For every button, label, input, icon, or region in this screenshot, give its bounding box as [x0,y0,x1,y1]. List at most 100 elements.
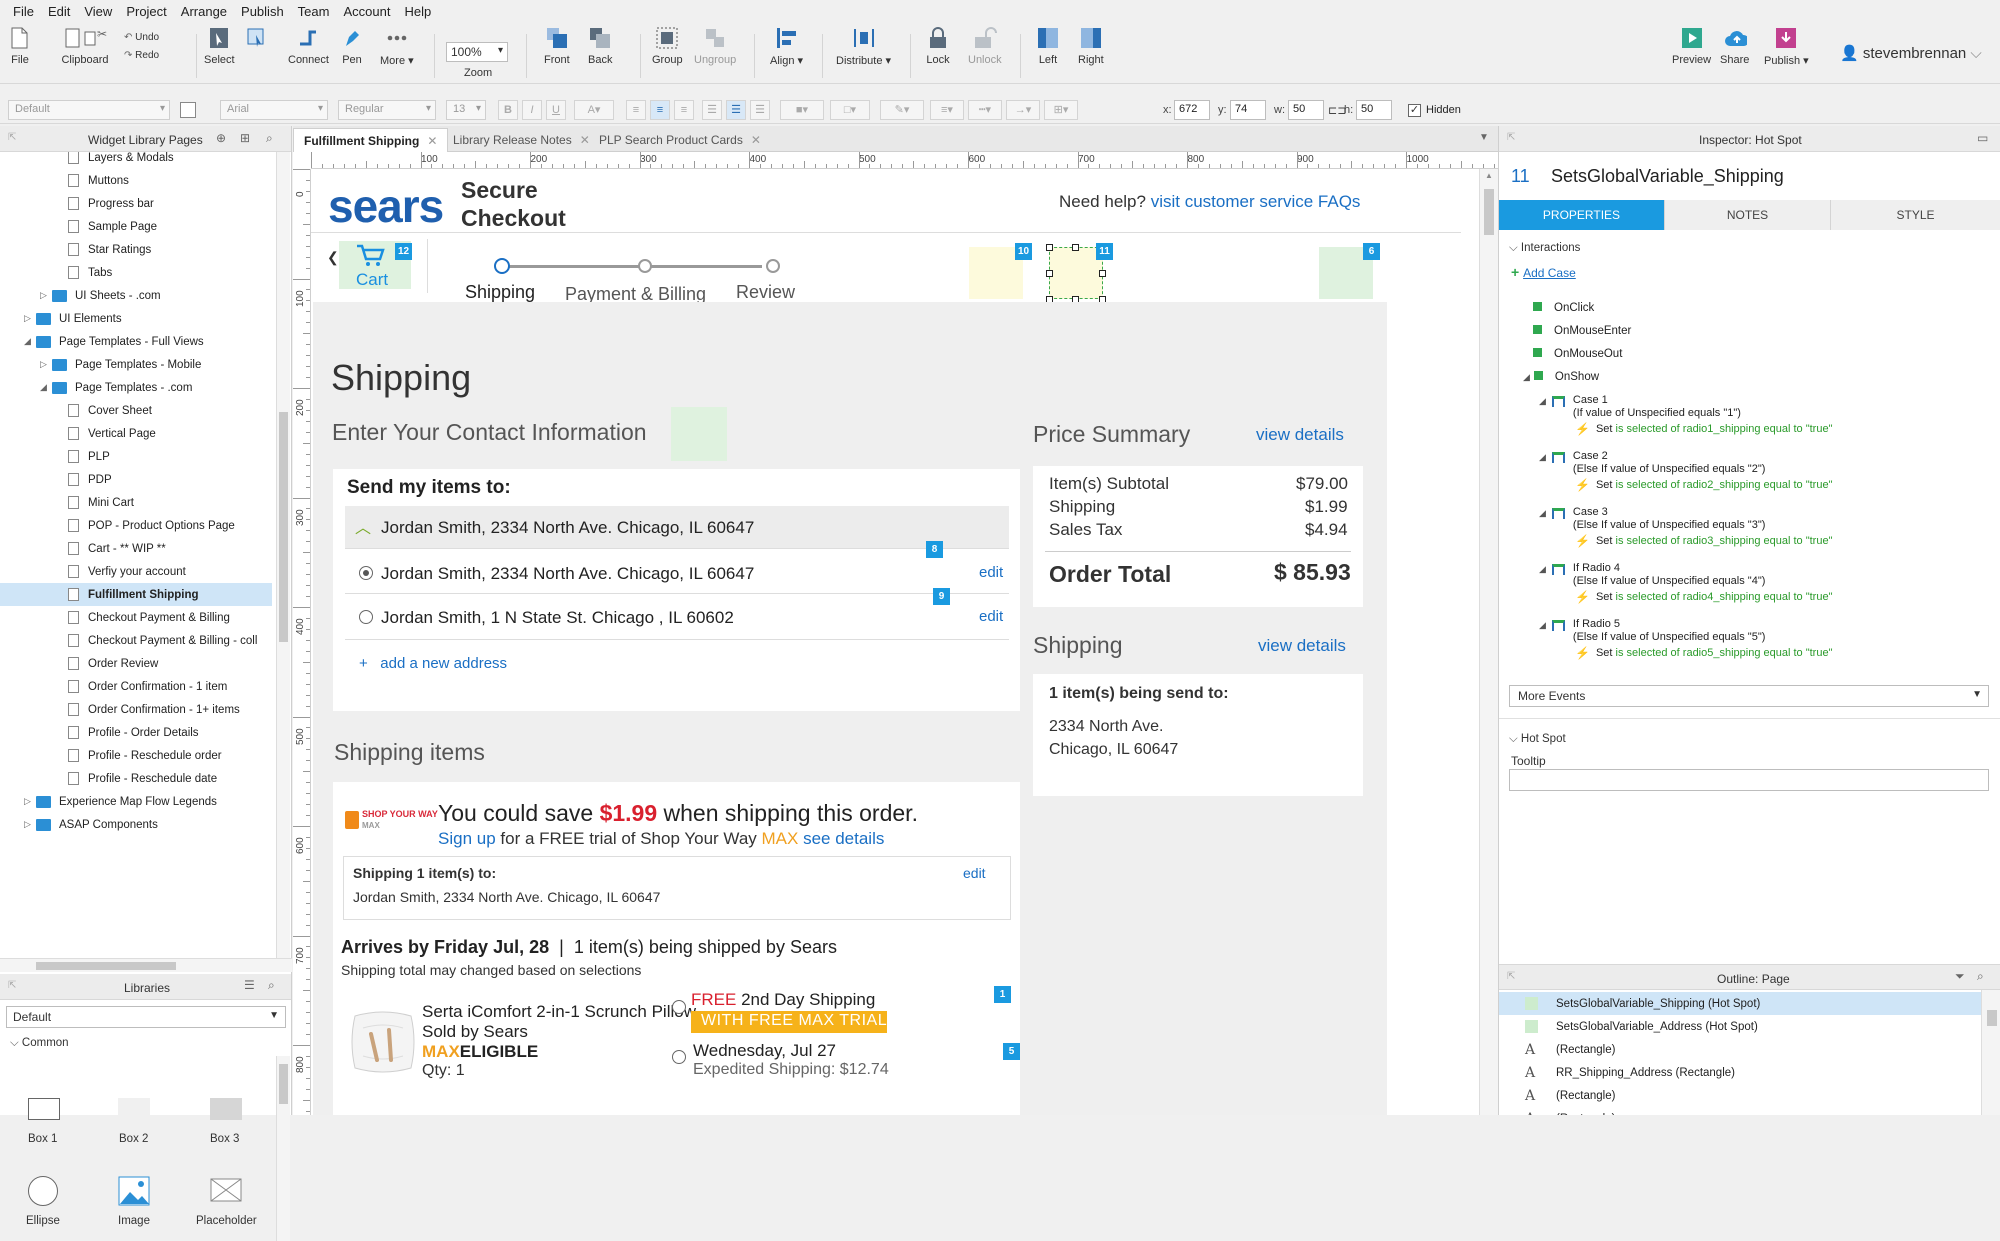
line-style-button[interactable]: ┅▾ [968,100,1002,120]
italic-button[interactable]: I [522,100,542,120]
unlock-button[interactable]: Unlock [968,26,1002,66]
menu-arrange[interactable]: Arrange [174,4,234,19]
tree-page[interactable]: POP - Product Options Page [0,514,272,537]
align-left-icon[interactable]: ≡ [626,100,646,120]
line-color-button[interactable]: ✎▾ [880,100,924,120]
menu-file[interactable]: File [6,4,41,19]
hotspot-11-selected[interactable] [1049,247,1103,299]
selection-handle[interactable] [1072,244,1079,251]
more-button[interactable]: More ▾ [380,26,414,67]
valign-top-icon[interactable]: ☰ [702,100,722,120]
outline-item[interactable]: A(Rectangle) [1499,1107,1981,1116]
ellipse-widget[interactable] [28,1176,58,1206]
front-button[interactable]: Front [544,26,570,66]
align-button[interactable]: Align ▾ [770,26,803,67]
collapse-icon[interactable]: ⇱ [1507,132,1515,143]
price-view-details[interactable]: view details [1256,425,1344,445]
expand-toggle-icon[interactable]: ◢ [1539,508,1546,519]
hidden-checkbox[interactable]: ✓ [1408,104,1421,117]
search-icon[interactable]: ⌕ [266,131,273,146]
case-item[interactable]: ◢ Case 3 (Else If value of Unspecified equ… [1539,506,1765,532]
case-item[interactable]: ◢ Case 1 (If value of Unspecified equals "… [1539,394,1741,420]
scroll-up-icon[interactable]: ▲ [1485,171,1493,180]
expand-toggle-icon[interactable]: ▷ [24,313,36,324]
tree-page[interactable]: PLP [0,445,272,468]
clipboard-button[interactable]: ✂ Clipboard [60,26,110,66]
filter-icon[interactable]: ⏷ [1955,969,1965,984]
bold-button[interactable]: B [498,100,518,120]
case-action[interactable]: ⚡ Set is selected of radio5_shipping equa… [1575,646,1832,660]
edit-shipping-to[interactable]: edit [963,865,986,881]
image-widget-icon[interactable] [118,1176,150,1206]
padding-button[interactable]: ⊞▾ [1044,100,1078,120]
search-icon[interactable]: ⌕ [268,978,275,993]
add-page-icon[interactable]: ⊕ [216,131,226,145]
outline-item[interactable]: A(Rectangle) [1499,1038,1981,1061]
back-chevron-icon[interactable]: ❮ [327,249,339,266]
valign-bottom-icon[interactable]: ☰ [750,100,770,120]
tree-page[interactable]: Progress bar [0,192,272,215]
tree-folder[interactable]: ▷ UI Elements [0,307,272,330]
tree-page[interactable]: Order Confirmation - 1 item [0,675,272,698]
y-input[interactable]: 74 [1230,100,1266,120]
expand-toggle-icon[interactable]: ▷ [24,819,36,830]
undo-button[interactable]: ↶ Undo [124,32,159,43]
more-events-select[interactable]: More Events ▼ [1509,685,1989,707]
add-address-link[interactable]: + add a new address [359,655,507,672]
case-item[interactable]: ◢ If Radio 5 (Else If value of Unspecified… [1539,618,1765,644]
share-button[interactable]: Share [1720,26,1749,66]
tree-page[interactable]: Muttons [0,169,272,192]
select-mode-button[interactable] [244,26,268,54]
tree-scrollbar[interactable] [276,152,290,958]
contact-hotspot[interactable] [671,407,727,461]
selection-handle[interactable] [1046,244,1053,251]
free-shipping-radio[interactable] [672,1000,686,1014]
expand-toggle-icon[interactable]: ◢ [40,382,52,393]
tree-folder[interactable]: ▷ UI Sheets - .com [0,284,272,307]
distribute-button[interactable]: Distribute ▾ [836,26,891,67]
case-action[interactable]: ⚡ Set is selected of radio2_shipping equa… [1575,478,1832,492]
expand-toggle-icon[interactable]: ◢ [1523,372,1530,383]
collapse-icon[interactable]: ⇱ [1507,971,1515,982]
tab-library-release-notes[interactable]: Library Release Notes ✕ [443,128,600,152]
valign-middle-icon[interactable]: ☰ [726,100,746,120]
tree-folder[interactable]: ▷ ASAP Components [0,813,272,836]
lock-button[interactable]: Lock [926,26,950,66]
outline-item[interactable]: A(Rectangle) [1499,1084,1981,1107]
collapse-icon[interactable]: ⇱ [8,132,16,143]
pen-button[interactable]: Pen [340,26,364,66]
hotspot-section[interactable]: ⌵ Hot Spot [1509,733,1566,746]
fill-color-button[interactable]: ■▾ [780,100,824,120]
tree-page[interactable]: Mini Cart [0,491,272,514]
weight-select[interactable]: Regular [338,100,436,120]
close-icon[interactable]: ✕ [427,134,437,148]
outline-scrollbar[interactable] [1981,990,2000,1115]
tab-notes[interactable]: NOTES [1665,200,1831,230]
selection-handle[interactable] [1046,270,1053,277]
right-button[interactable]: Right [1078,26,1104,66]
placeholder-widget-icon[interactable] [210,1178,242,1202]
expand-toggle-icon[interactable]: ◢ [1539,452,1546,463]
tree-page[interactable]: Order Review [0,652,272,675]
group-button[interactable]: Group [652,26,683,66]
box1-widget[interactable] [28,1098,60,1120]
selection-handle[interactable] [1099,270,1106,277]
library-select[interactable]: Default ▼ [6,1006,286,1028]
expand-toggle-icon[interactable]: ◢ [1539,620,1546,631]
menu-publish[interactable]: Publish [234,4,291,19]
case-action[interactable]: ⚡ Set is selected of radio1_shipping equa… [1575,422,1832,436]
tree-folder[interactable]: ◢ Page Templates - .com [0,376,272,399]
tree-page[interactable]: Vertical Page [0,422,272,445]
tree-page[interactable]: Cover Sheet [0,399,272,422]
step-shipping[interactable]: Shipping [465,282,535,303]
add-case-link[interactable]: + Add Case [1511,264,1576,280]
address-radio-2[interactable] [359,610,373,624]
expand-toggle-icon[interactable]: ▷ [40,290,52,301]
expand-toggle-icon[interactable]: ▷ [40,359,52,370]
width-input[interactable]: 50 [1288,100,1324,120]
left-button[interactable]: Left [1036,26,1060,66]
tree-page[interactable]: Fulfillment Shipping [0,583,272,606]
outline-item[interactable]: SetsGlobalVariable_Address (Hot Spot) [1499,1015,1981,1038]
shipping-view-details[interactable]: view details [1258,636,1346,656]
tree-page[interactable]: Sample Page [0,215,272,238]
